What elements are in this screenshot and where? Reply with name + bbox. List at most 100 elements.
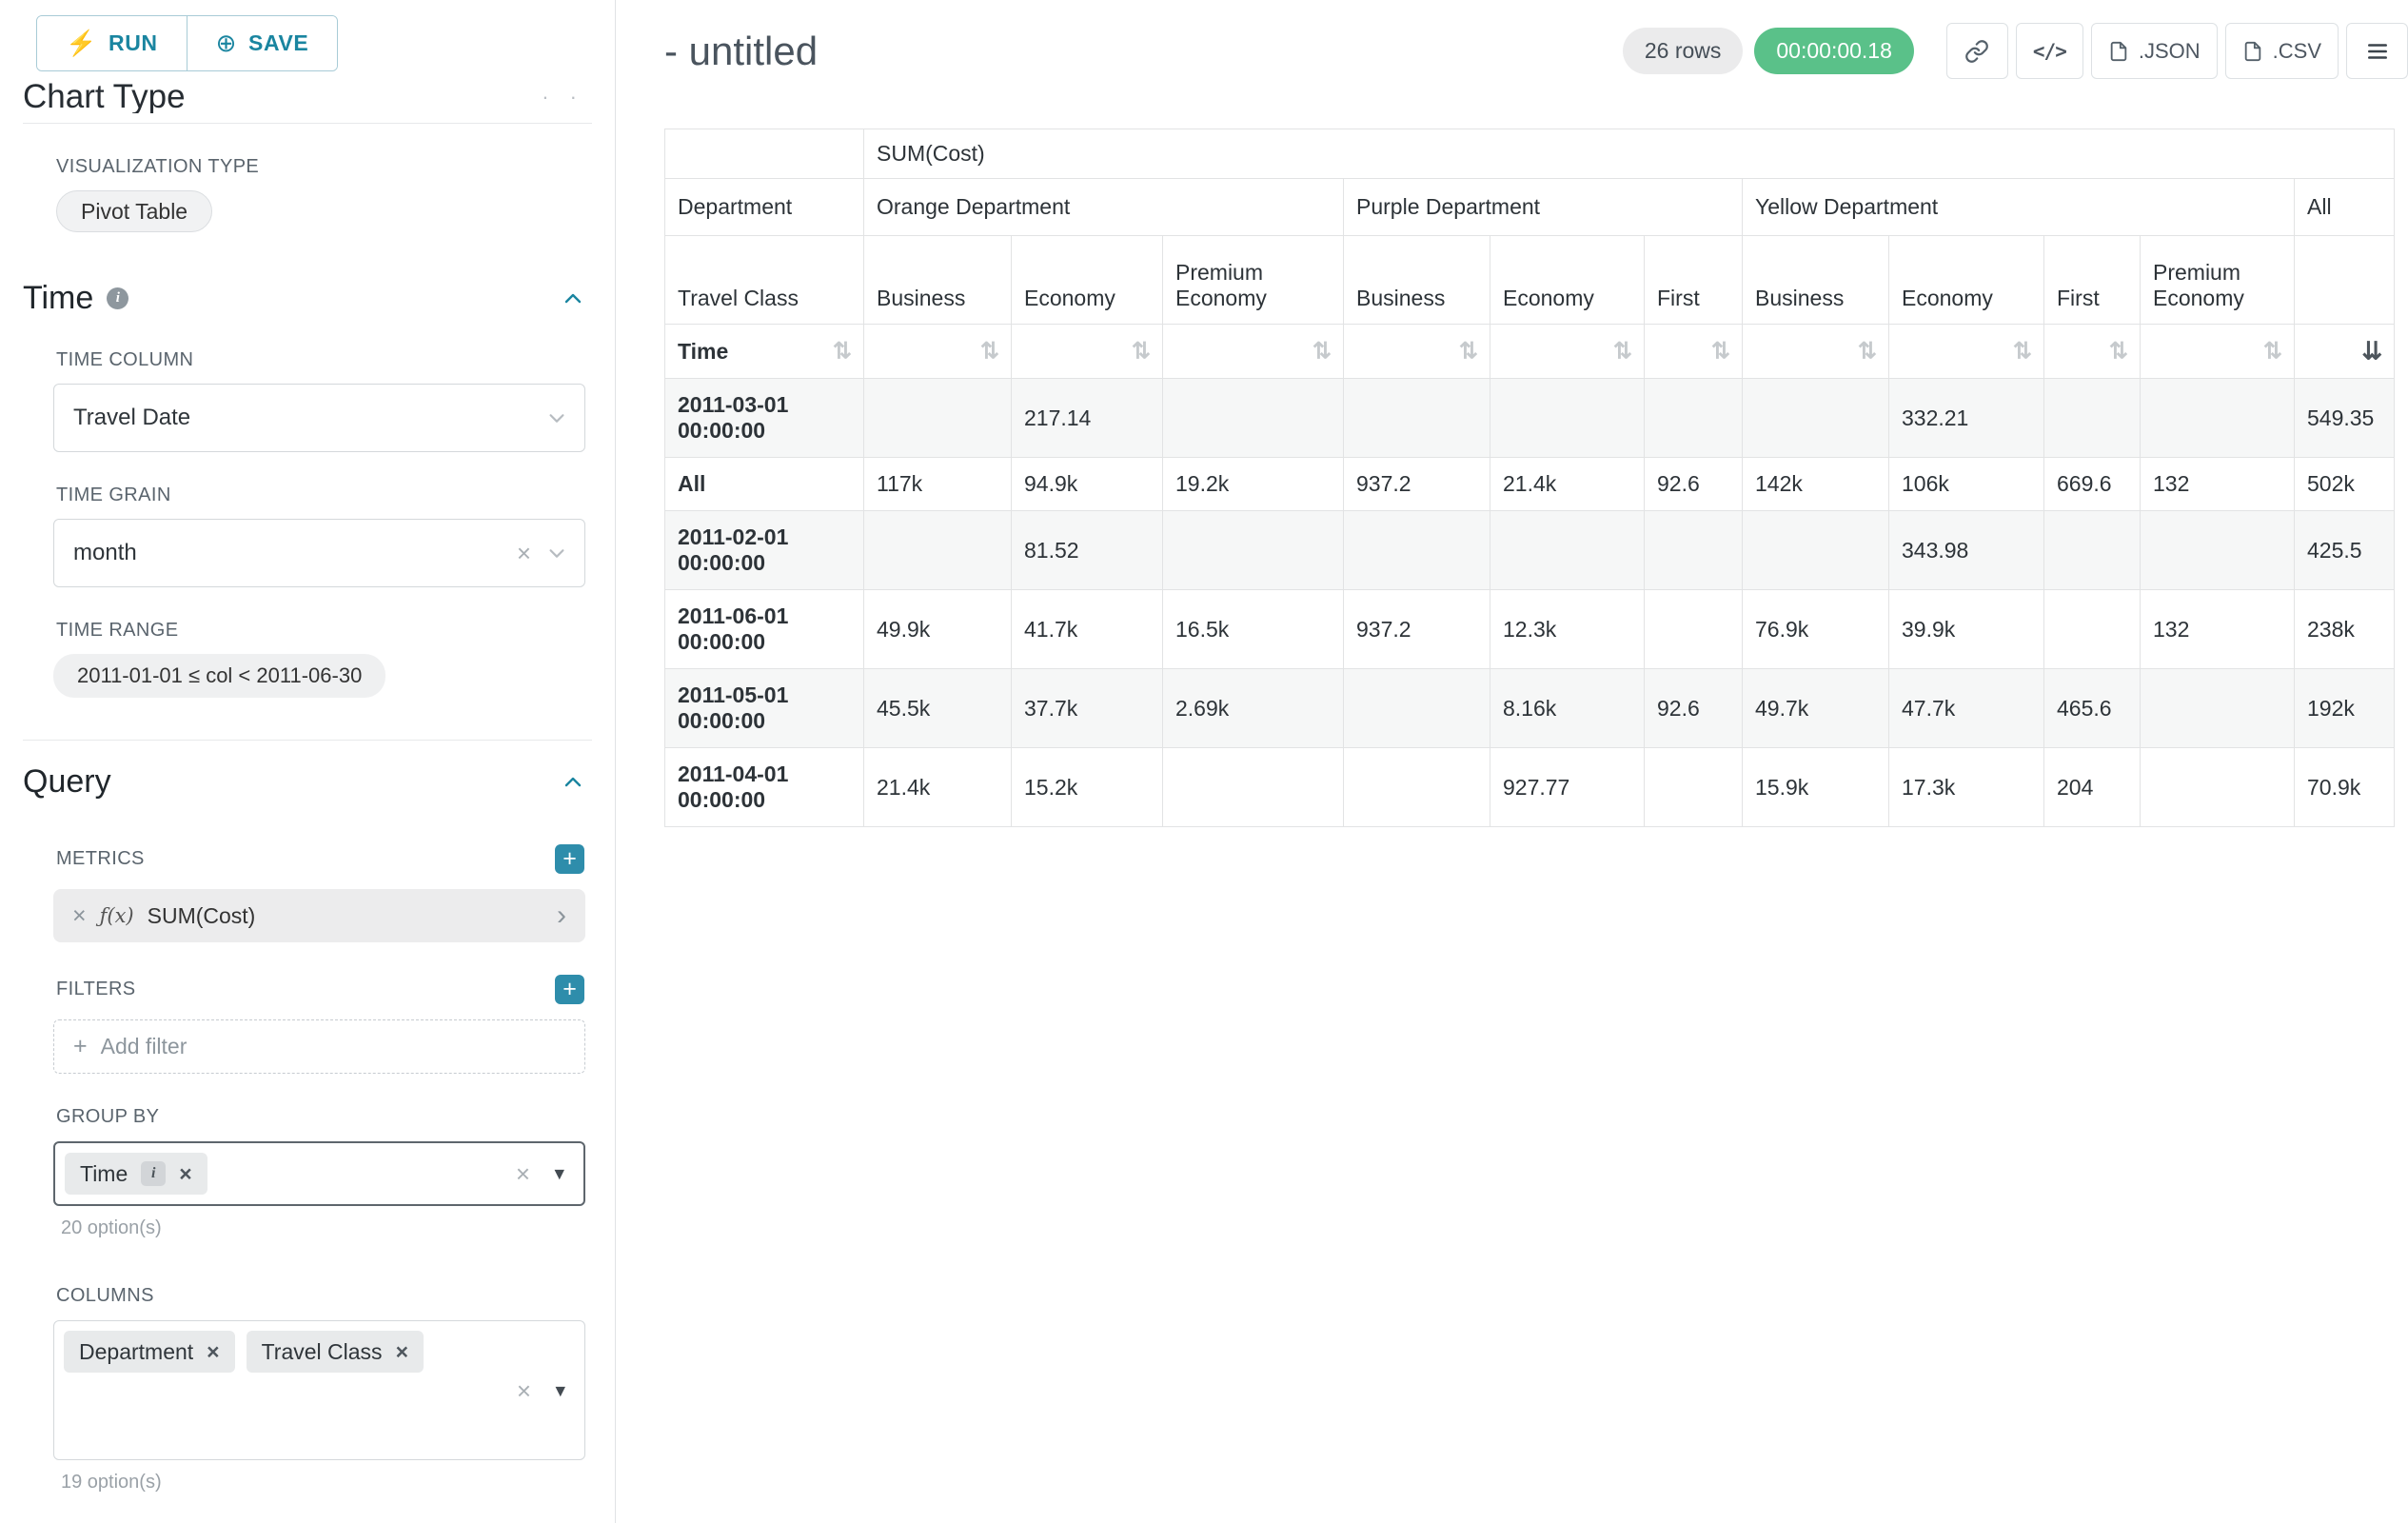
clear-icon[interactable]: × <box>516 1161 530 1186</box>
visualization-type-chip[interactable]: Pivot Table <box>56 190 212 232</box>
sort-icon[interactable]: ⇅ <box>1313 339 1332 365</box>
sort-header-cell[interactable]: ⇅ <box>1743 325 1889 379</box>
metrics-label: METRICS <box>56 848 145 870</box>
sort-desc-icon[interactable]: ⇊ <box>2361 339 2382 365</box>
hamburger-menu-icon <box>2365 39 2390 64</box>
time-grain-value: month <box>73 540 137 566</box>
menu-button[interactable] <box>2346 23 2408 79</box>
export-csv-label: .CSV <box>2273 39 2321 64</box>
run-save-button-group: ⚡ RUN ⊕ SAVE <box>36 15 338 71</box>
divider <box>23 123 592 124</box>
columns-chip-department[interactable]: Department × <box>64 1331 235 1373</box>
pivot-value-cell <box>1344 669 1490 748</box>
copy-link-button[interactable] <box>1946 23 2008 79</box>
pivot-data-row: All117k94.9k19.2k937.221.4k92.6142k106k6… <box>665 458 2395 511</box>
sort-header-cell[interactable]: ⇅ <box>1889 325 2044 379</box>
pivot-data-row: 2011-05-01 00:00:0045.5k37.7k2.69k8.16k9… <box>665 669 2395 748</box>
columns-chip-label: Travel Class <box>262 1339 383 1365</box>
run-button[interactable]: ⚡ RUN <box>37 16 187 70</box>
remove-chip-icon[interactable]: × <box>396 1339 408 1365</box>
embed-code-button[interactable]: </> <box>2016 23 2083 79</box>
columns-select[interactable]: Department × Travel Class × × ▾ <box>53 1320 585 1460</box>
add-filter-button[interactable]: + Add filter <box>53 1019 585 1074</box>
filters-label-row: FILTERS + <box>56 975 584 1004</box>
pivot-value-cell <box>2044 590 2141 669</box>
columns-chip-travel-class[interactable]: Travel Class × <box>247 1331 424 1373</box>
save-button[interactable]: ⊕ SAVE <box>187 16 338 70</box>
sort-header-cell[interactable]: ⇅ <box>1645 325 1743 379</box>
time-range-chip[interactable]: 2011-01-01 ≤ col < 2011-06-30 <box>53 654 385 698</box>
sort-header-cell[interactable]: ⇅ <box>1490 325 1645 379</box>
pivot-value-cell: 192k <box>2295 669 2395 748</box>
sort-icon[interactable]: ⇅ <box>2109 339 2128 365</box>
remove-chip-icon[interactable]: × <box>179 1161 191 1187</box>
pivot-value-cell: 92.6 <box>1645 458 1743 511</box>
sort-header-cell[interactable]: ⇅ <box>1163 325 1344 379</box>
query-timer-badge: 00:00:00.18 <box>1754 28 1914 74</box>
time-grain-label: TIME GRAIN <box>56 485 584 506</box>
pivot-col-header: Business <box>864 236 1012 325</box>
sort-icon[interactable]: ⇅ <box>1613 339 1632 365</box>
groupby-chip-time[interactable]: Time i × <box>65 1153 207 1195</box>
pivot-value-cell <box>1344 748 1490 827</box>
control-panel: ⚡ RUN ⊕ SAVE Chart Type · · VISUALIZATIO… <box>0 0 616 1523</box>
sort-header-cell[interactable]: ⇅ <box>1344 325 1490 379</box>
time-section-title: Time <box>23 280 93 317</box>
pivot-value-cell <box>1490 511 1645 590</box>
pivot-value-cell <box>2044 379 2141 458</box>
sort-icon[interactable]: ⇅ <box>833 339 852 365</box>
sort-icon[interactable]: ⇅ <box>1711 339 1730 365</box>
query-collapse-button[interactable] <box>562 771 584 794</box>
pivot-value-cell: 49.9k <box>864 590 1012 669</box>
time-column-select[interactable]: Travel Date <box>53 384 585 452</box>
pivot-value-cell <box>1344 511 1490 590</box>
chart-toolbar: 26 rows 00:00:00.18 </> .JSON .CSV <box>1623 23 2408 79</box>
sort-header-cell[interactable]: ⇅ <box>1012 325 1163 379</box>
sort-icon[interactable]: ⇅ <box>980 339 999 365</box>
clear-icon[interactable]: × <box>517 1378 531 1403</box>
pivot-value-cell <box>2141 669 2295 748</box>
sort-header-cell[interactable]: ⇊ <box>2295 325 2395 379</box>
pivot-row-label: 2011-02-01 00:00:00 <box>665 511 864 590</box>
remove-metric-icon[interactable]: × <box>72 902 87 930</box>
pivot-value-cell: 21.4k <box>1490 458 1645 511</box>
sort-icon[interactable]: ⇅ <box>2013 339 2032 365</box>
sort-icon[interactable]: ⇅ <box>1858 339 1877 365</box>
add-metric-button[interactable]: + <box>555 844 584 874</box>
time-grain-select[interactable]: month × <box>53 519 585 587</box>
pivot-col-subdimension-label: Travel Class <box>665 236 864 325</box>
clear-icon[interactable]: × <box>517 541 531 565</box>
sort-header-cell[interactable]: ⇅ <box>2141 325 2295 379</box>
sort-icon[interactable]: ⇅ <box>1459 339 1478 365</box>
pivot-value-cell: 15.9k <box>1743 748 1889 827</box>
group-by-label: GROUP BY <box>56 1106 584 1128</box>
sort-icon[interactable]: ⇅ <box>1132 339 1151 365</box>
pivot-value-cell: 425.5 <box>2295 511 2395 590</box>
pivot-col-header: Economy <box>1889 236 2044 325</box>
pivot-value-cell: 17.3k <box>1889 748 2044 827</box>
pivot-value-cell: 39.9k <box>1889 590 2044 669</box>
pivot-row-label: 2011-06-01 00:00:00 <box>665 590 864 669</box>
add-filter-plus-button[interactable]: + <box>555 975 584 1004</box>
pivot-value-cell: 37.7k <box>1012 669 1163 748</box>
metric-chip[interactable]: × ƒ(x) SUM(Cost) › <box>53 889 585 942</box>
remove-chip-icon[interactable]: × <box>207 1339 219 1365</box>
sort-header-cell[interactable]: ⇅ <box>864 325 1012 379</box>
pivot-value-cell <box>1490 379 1645 458</box>
group-by-select[interactable]: Time i × × ▾ <box>53 1141 585 1206</box>
caret-down-icon[interactable]: ▾ <box>555 1380 565 1400</box>
chevron-right-icon[interactable]: › <box>557 901 566 930</box>
pivot-value-cell <box>864 379 1012 458</box>
caret-down-icon[interactable]: ▾ <box>554 1164 564 1184</box>
chart-title[interactable]: - untitled <box>664 29 818 74</box>
chevron-up-icon <box>562 771 584 794</box>
time-collapse-button[interactable] <box>562 287 584 310</box>
sort-header-cell[interactable]: ⇅ <box>2044 325 2141 379</box>
visualization-type-label: VISUALIZATION TYPE <box>56 156 584 178</box>
sort-icon[interactable]: ⇅ <box>2263 339 2282 365</box>
pivot-value-cell <box>1743 511 1889 590</box>
plus-icon: + <box>563 978 577 1001</box>
export-csv-button[interactable]: .CSV <box>2225 23 2339 79</box>
pivot-value-cell: 49.7k <box>1743 669 1889 748</box>
export-json-button[interactable]: .JSON <box>2091 23 2218 79</box>
